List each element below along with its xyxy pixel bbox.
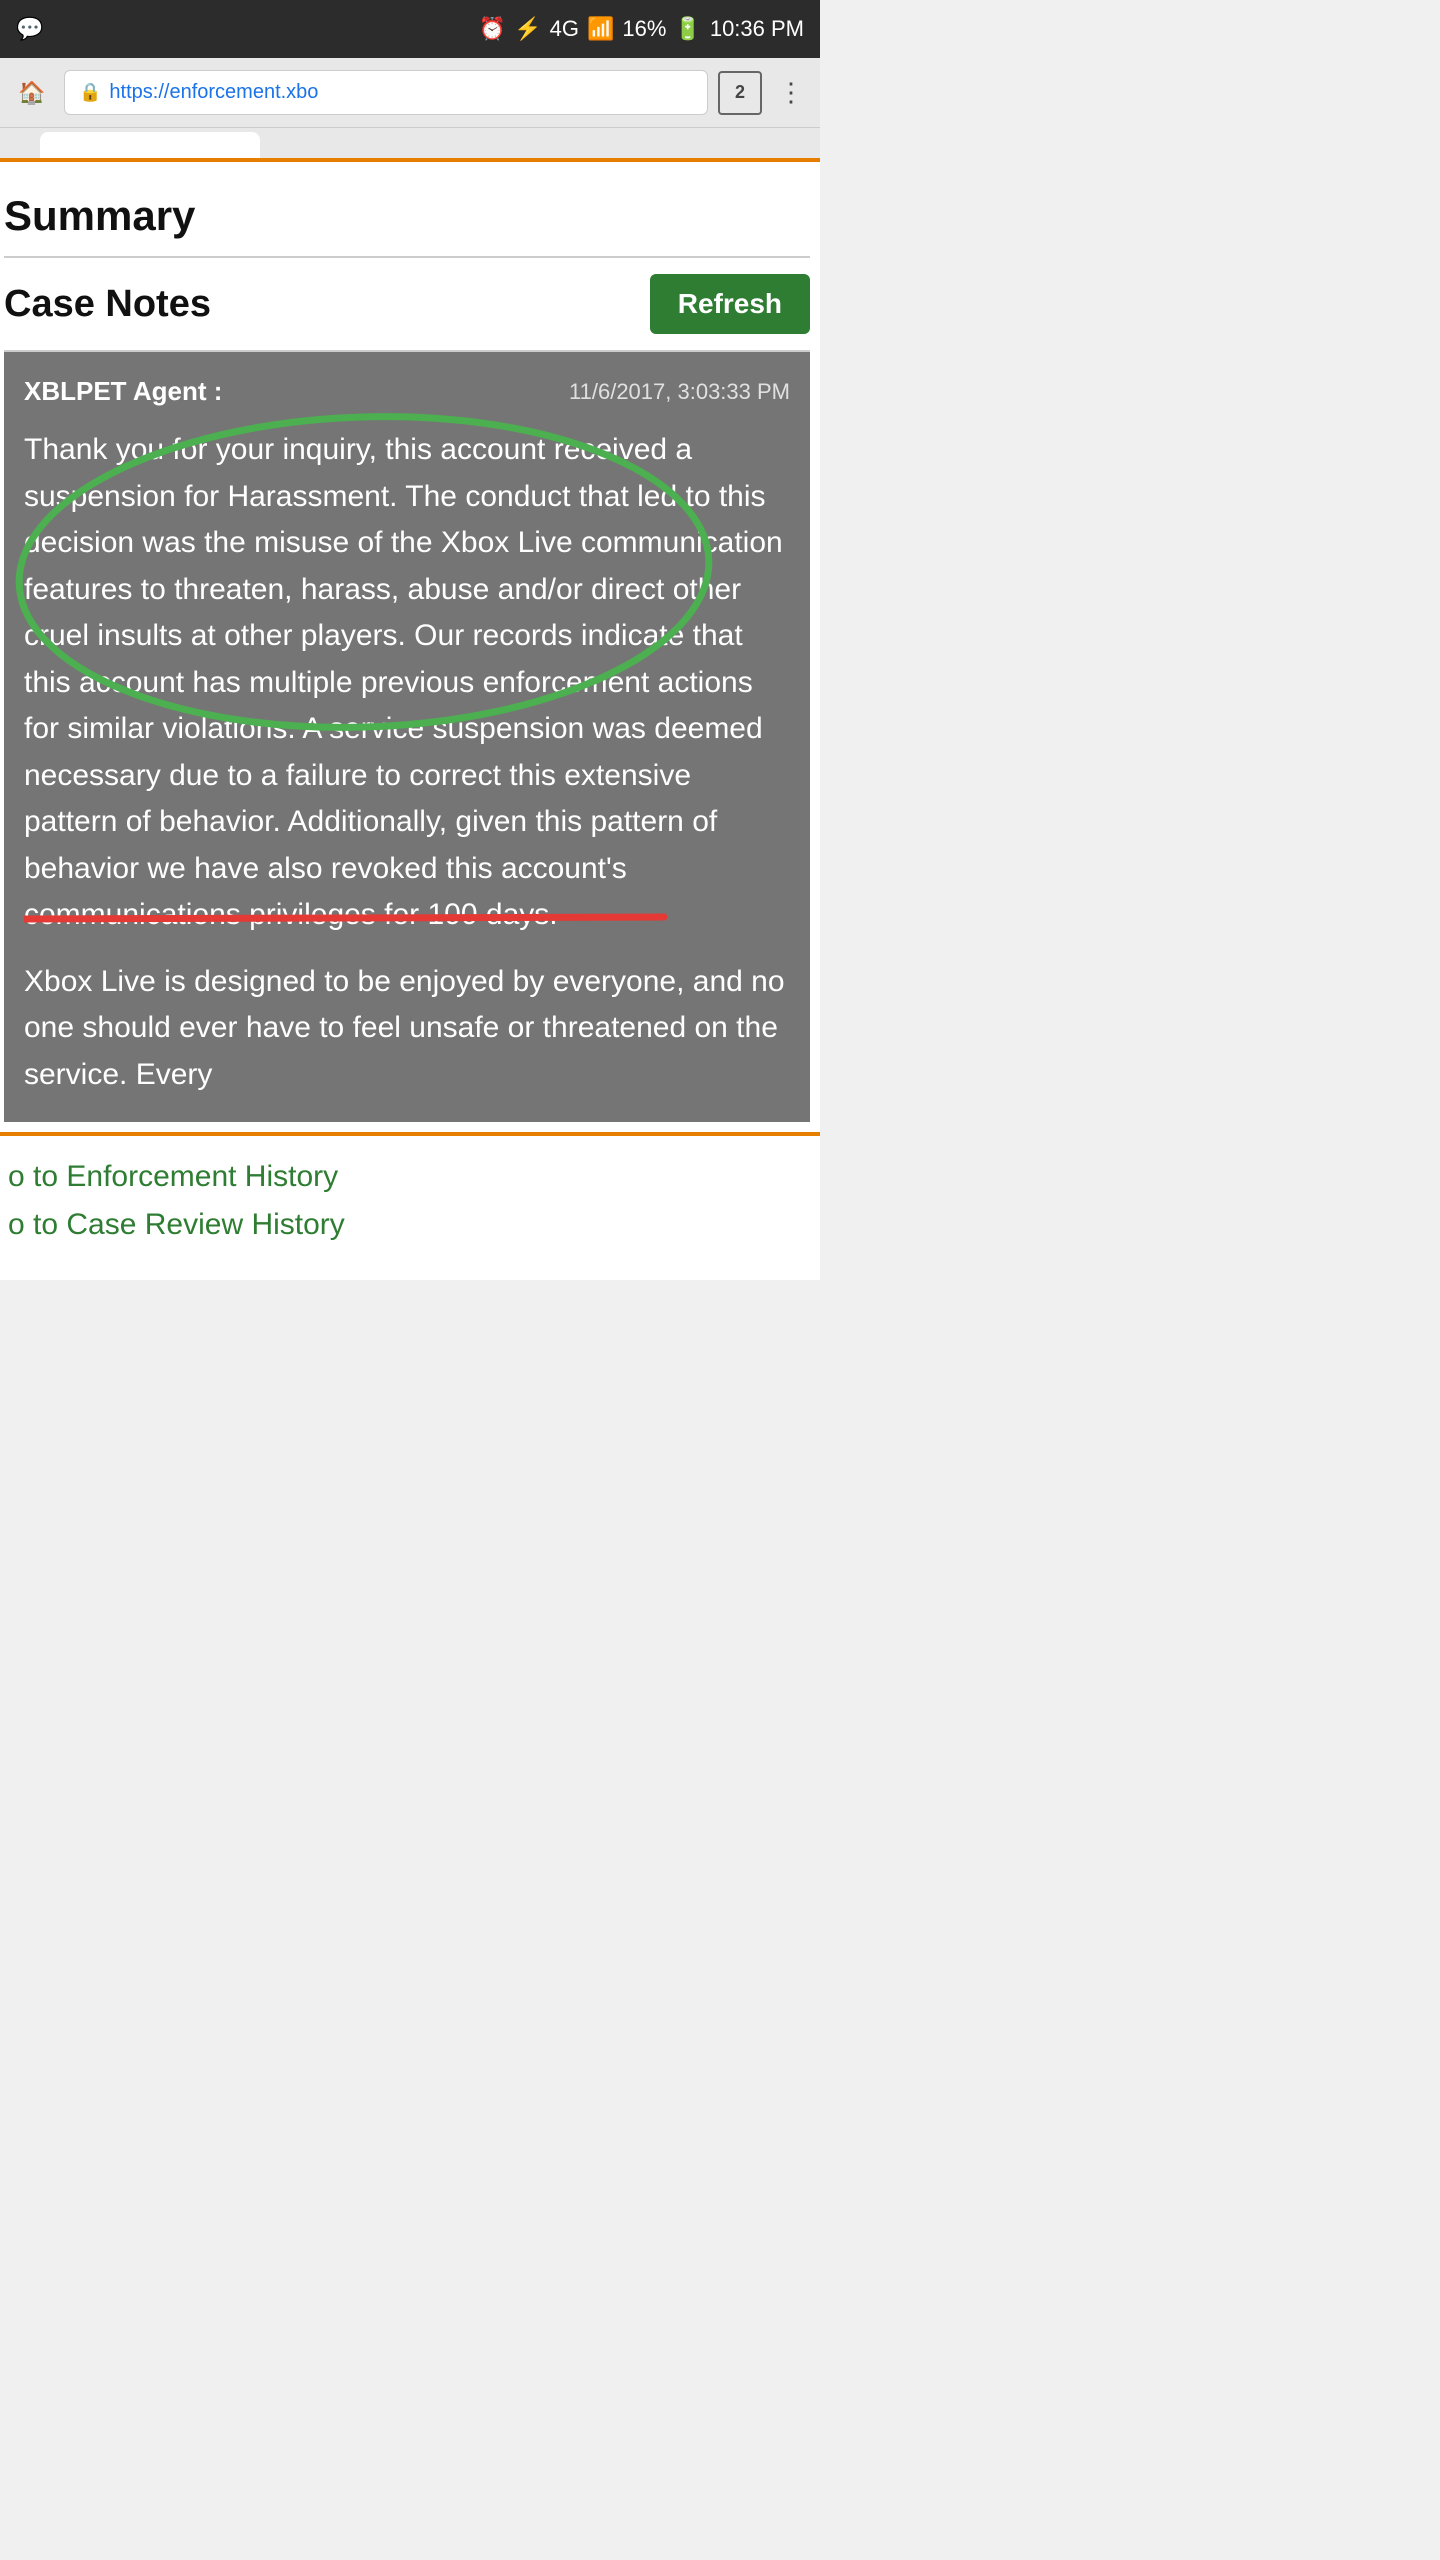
- browser-chrome: 🏠 🔒 https://enforcement.xbo 2 ⋮: [0, 58, 820, 128]
- signal-bars: 📶: [587, 16, 614, 42]
- case-notes-row: Case Notes Refresh: [4, 258, 810, 352]
- browser-menu-button[interactable]: ⋮: [772, 77, 810, 108]
- battery-icon: 🔋: [674, 16, 701, 42]
- case-notes-label: Case Notes: [4, 283, 211, 326]
- annotated-text-block: Thank you for your inquiry, this account…: [24, 427, 790, 939]
- page-content: Summary Case Notes Refresh XBLPET Agent …: [0, 162, 820, 1132]
- message-box: XBLPET Agent : 11/6/2017, 3:03:33 PM Tha…: [4, 352, 810, 1122]
- tab-switcher-button[interactable]: 2: [718, 71, 762, 115]
- summary-title: Summary: [4, 182, 810, 258]
- status-icons: ⏰ ⚡ 4G 📶 16% 🔋 10:36 PM: [479, 16, 804, 42]
- active-tab: [40, 132, 260, 158]
- status-bar: 💬 ⏰ ⚡ 4G 📶 16% 🔋 10:36 PM: [0, 0, 820, 58]
- url-text: https://enforcement.xbo: [109, 81, 318, 104]
- battery-text: 16%: [622, 16, 666, 42]
- message-date: 11/6/2017, 3:03:33 PM: [569, 379, 790, 405]
- time-display: 10:36 PM: [710, 16, 804, 42]
- footer-links: o to Enforcement History o to Case Revie…: [0, 1136, 820, 1280]
- tab-count: 2: [735, 82, 745, 103]
- message-header: XBLPET Agent : 11/6/2017, 3:03:33 PM: [24, 376, 790, 407]
- refresh-button[interactable]: Refresh: [650, 274, 810, 334]
- home-button[interactable]: 🏠: [10, 71, 54, 115]
- chat-icon: 💬: [16, 16, 43, 42]
- lock-icon: 🔒: [79, 82, 101, 103]
- message-body-part2: Xbox Live is designed to be enjoyed by e…: [24, 959, 790, 1099]
- tab-indicator: [0, 128, 820, 158]
- address-bar[interactable]: 🔒 https://enforcement.xbo: [64, 70, 708, 115]
- enforcement-history-link[interactable]: o to Enforcement History: [8, 1160, 812, 1194]
- lightning-icon: ⚡: [514, 16, 541, 42]
- alarm-icon: ⏰: [479, 16, 506, 42]
- case-review-link[interactable]: o to Case Review History: [8, 1208, 812, 1242]
- signal-text: 4G: [550, 16, 579, 42]
- message-body-part1: Thank you for your inquiry, this account…: [24, 427, 790, 939]
- agent-label: XBLPET Agent :: [24, 376, 222, 407]
